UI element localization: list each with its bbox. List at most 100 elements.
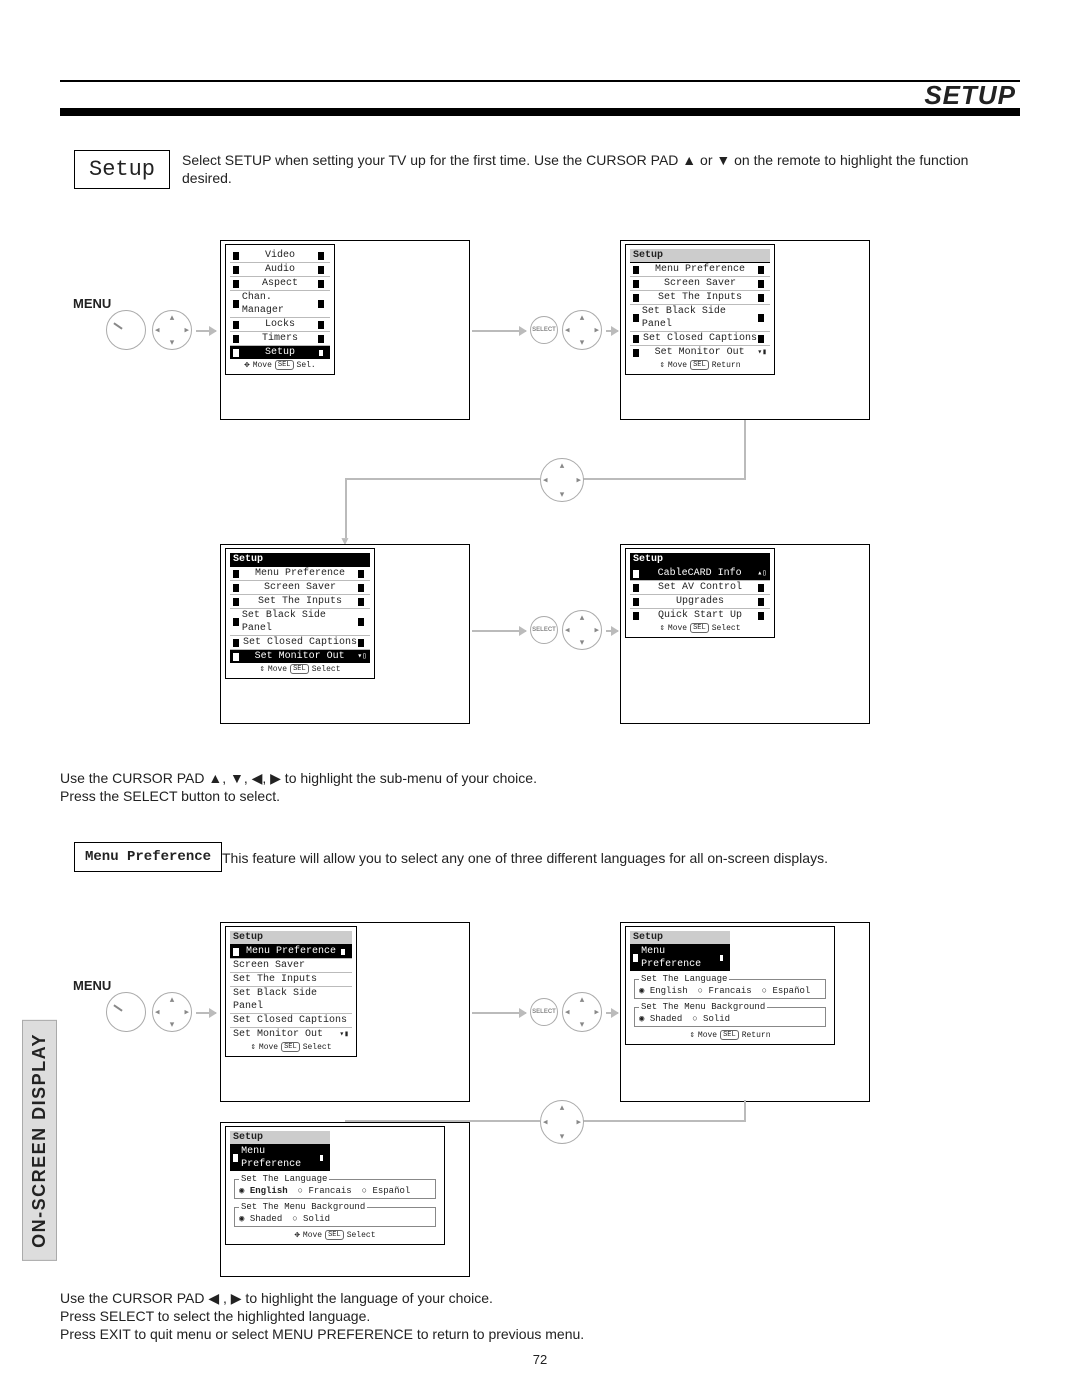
bg-fieldset-a: Set The Menu Background Shaded Solid: [634, 1002, 826, 1027]
sc-foot-move: Move: [668, 624, 687, 633]
menupref-text: This feature will allow you to select an…: [222, 850, 1022, 868]
mid-text-1: Use the CURSOR PAD ▲, ▼, ◀, ▶ to highlig…: [60, 770, 537, 788]
sb-0: Menu Preference: [255, 567, 345, 580]
sd-5: Set Monitor Out: [233, 1028, 323, 1041]
sa-foot-ret: Return: [712, 361, 741, 370]
arrow-4: [472, 630, 526, 632]
page-number: 72: [533, 1352, 547, 1367]
sb-foot-move: Move: [268, 665, 287, 674]
select-button-icon-1: SELECT: [530, 316, 558, 344]
sa-1: Screen Saver: [664, 277, 736, 290]
arrow-8: [606, 1012, 618, 1014]
bottom-text-1: Use the CURSOR PAD ◀ , ▶ to highlight th…: [60, 1290, 493, 1308]
sc-2: Upgrades: [676, 595, 724, 608]
dpad-icon-7: ▴▾◂▸: [540, 1100, 584, 1144]
arrow-1: [196, 330, 216, 332]
mpa-sub: Menu Preference: [641, 945, 718, 971]
arrow-2: [472, 330, 526, 332]
lang-fieldset-a: Set The Language English Francais Españo…: [634, 974, 826, 999]
sd-0: Menu Preference: [246, 945, 336, 958]
dpad-icon-5: ▴▾◂▸: [152, 992, 192, 1032]
mm-locks: Locks: [265, 318, 295, 331]
setup-heading-box: Setup: [74, 150, 170, 189]
mm-setup: Setup: [265, 346, 295, 359]
page-header-title: SETUP: [924, 80, 1016, 111]
menu-label-1: MENU: [73, 296, 111, 311]
osd-menupref-b: Setup Menu Preference Set The Language E…: [225, 1126, 445, 1245]
sd-1: Screen Saver: [233, 959, 305, 972]
arrow-3: [606, 330, 618, 332]
osd-menupref-a: Setup Menu Preference Set The Language E…: [625, 926, 835, 1045]
bg-fieldset-b: Set The Menu Background Shaded Solid: [234, 1202, 436, 1227]
sa-2: Set The Inputs: [658, 291, 742, 304]
mpb-foot-move: Move: [303, 1231, 322, 1240]
menu-preference-label: Menu Preference: [85, 849, 211, 865]
sb-hdr: Setup: [233, 553, 263, 566]
bottom-text-3: Press EXIT to quit menu or select MENU P…: [60, 1326, 584, 1344]
mpa-lang-1: Francais: [698, 986, 752, 996]
mpa-lang-legend: Set The Language: [639, 974, 729, 984]
sa-0: Menu Preference: [655, 263, 745, 276]
mpb-hdr: Setup: [233, 1131, 263, 1144]
path-h3: [582, 1120, 746, 1122]
osd-setup-a: Setup Menu Preference Screen Saver Set T…: [625, 244, 775, 375]
mid-text-2: Press the SELECT button to select.: [60, 788, 280, 806]
sb-4: Set Closed Captions: [243, 636, 357, 649]
sb-1: Screen Saver: [264, 581, 336, 594]
sc-3: Quick Start Up: [658, 609, 742, 622]
mpb-bg-legend: Set The Menu Background: [239, 1202, 367, 1212]
sd-foot-sel: Select: [303, 1043, 332, 1052]
side-tab: ON-SCREEN DISPLAY: [22, 1020, 57, 1261]
sd-2: Set The Inputs: [233, 973, 317, 986]
path-h1: [582, 478, 746, 480]
mpa-lang-2: Español: [762, 986, 811, 996]
mpa-foot-ret: Return: [742, 1031, 771, 1040]
mpb-foot-sel: Select: [347, 1231, 376, 1240]
mpa-foot-move: Move: [698, 1031, 717, 1040]
dpad-icon-3: ▴▾◂▸: [540, 458, 584, 502]
mpa-lang-0: English: [639, 986, 688, 996]
setup-heading-label: Setup: [89, 157, 155, 182]
sd-3: Set Black Side Panel: [233, 987, 349, 1013]
sc-hdr: Setup: [633, 553, 663, 566]
sa-3: Set Black Side Panel: [642, 305, 758, 331]
mpb-bg-0: Shaded: [239, 1214, 282, 1224]
mm-audio: Audio: [265, 263, 295, 276]
mpb-sub: Menu Preference: [241, 1145, 318, 1171]
mpa-hdr: Setup: [633, 931, 663, 944]
sc-1: Set AV Control: [658, 581, 742, 594]
mpb-lang-1: Francais: [298, 1186, 352, 1196]
mm-video: Video: [265, 249, 295, 262]
sd-foot-move: Move: [259, 1043, 278, 1052]
mpb-lang-0: English: [239, 1186, 288, 1196]
sa-5: Set Monitor Out: [655, 346, 745, 359]
mpa-bg-1: Solid: [692, 1014, 730, 1024]
mpb-lang-2: Español: [362, 1186, 411, 1196]
osd-setup-d: Setup Menu Preference Screen Saver Set T…: [225, 926, 357, 1057]
menu-dial-icon-2: [106, 992, 146, 1032]
sel-pill: SEL: [275, 360, 294, 370]
menu-dial-icon-1: [106, 310, 146, 350]
bottom-text-2: Press SELECT to select the highlighted l…: [60, 1308, 370, 1326]
mm-timers: Timers: [262, 332, 298, 345]
sb-foot-sel: Select: [312, 665, 341, 674]
sd-4: Set Closed Captions: [233, 1014, 347, 1027]
dpad-icon-2: ▴▾◂▸: [562, 310, 602, 350]
path-h2: [345, 478, 540, 480]
arrow-5: [606, 630, 618, 632]
mm-foot-move: Move: [253, 361, 272, 370]
sc-0: CableCARD Info: [658, 567, 742, 580]
mpa-bg-legend: Set The Menu Background: [639, 1002, 767, 1012]
mm-chan: Chan. Manager: [242, 291, 318, 317]
mpb-bg-1: Solid: [292, 1214, 330, 1224]
sd-hdr: Setup: [233, 931, 263, 944]
sb-2: Set The Inputs: [258, 595, 342, 608]
sb-5: Set Monitor Out: [255, 650, 345, 663]
intro-text: Select SETUP when setting your TV up for…: [182, 152, 1022, 187]
dpad-icon-1: ▴▾◂▸: [152, 310, 192, 350]
dpad-icon-6: ▴▾◂▸: [562, 992, 602, 1032]
osd-main-menu: Video Audio Aspect Chan. Manager Locks T…: [225, 244, 335, 375]
menu-preference-heading-box: Menu Preference: [74, 842, 222, 872]
osd-setup-c: Setup CableCARD Info▴▯ Set AV Control Up…: [625, 548, 775, 638]
path-v1: [744, 420, 746, 480]
